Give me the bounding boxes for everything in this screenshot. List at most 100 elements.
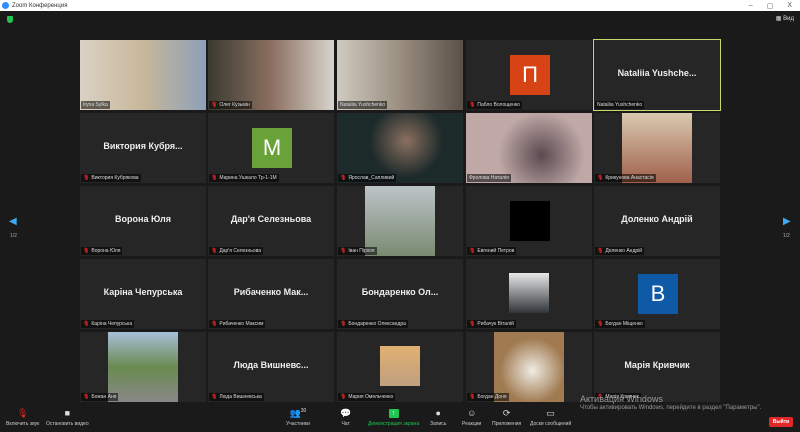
stop-video-label: Остановить видео (46, 421, 89, 427)
prev-page-icon[interactable]: ◀ (9, 216, 17, 227)
participant-name: Богдан Доня (477, 394, 507, 400)
avatar: M (252, 128, 292, 168)
participant-tile[interactable]: Фролова Наталія (466, 113, 592, 183)
mic-muted-icon: 🎙 (83, 321, 90, 327)
mic-muted-icon: 🎙 (597, 175, 604, 181)
profile-picture (365, 186, 435, 256)
unmute-button[interactable]: 🎙 Включить звук (6, 408, 39, 427)
mic-muted-icon: 🎙 (211, 321, 218, 327)
participant-name: Рибаченко Максим (219, 321, 264, 327)
record-icon: ● (435, 408, 441, 418)
page-indicator-right: 1/2 (783, 233, 790, 239)
reactions-button[interactable]: ☺ Реакции (462, 408, 481, 427)
view-button[interactable]: ▦ Вид (776, 15, 794, 22)
participant-name: Божан Аня (91, 394, 117, 400)
record-button[interactable]: ● Запись (430, 408, 446, 427)
participant-name-label: 🎙 Рибаченко Максим (209, 320, 266, 328)
participant-tile[interactable]: Каріна Чепурська 🎙 Каріна Чепурська (80, 259, 206, 329)
participant-name: Рибачук Віталій (477, 321, 514, 327)
participant-display-name: Доленко Андрій (621, 214, 693, 224)
participant-name: Доленко Андрій (605, 248, 643, 254)
participant-name-label: 🎙 Каріна Чепурська (81, 320, 135, 328)
security-shield-icon[interactable] (7, 16, 13, 23)
chat-button[interactable]: 💬 Чат (340, 408, 351, 427)
participant-tile[interactable]: Nataliia Yushchenko (337, 40, 463, 110)
stop-video-button[interactable]: ■ Остановить видео (46, 408, 89, 427)
apps-label: Приложения (492, 421, 522, 427)
participant-name-label: 🎙 Люда Вишневська (209, 393, 264, 401)
participant-name: Крикунова Анастасія (605, 175, 654, 181)
mic-muted-icon: 🎙 (211, 394, 218, 400)
participant-tile[interactable]: Люда Вишневс... 🎙 Люда Вишневська (208, 332, 334, 402)
mic-muted-icon: 🎙 (340, 321, 347, 327)
participants-label: Участники (286, 421, 310, 427)
participant-name-label: 🎙 Ворона Юля (81, 247, 123, 255)
title-bar: Zoom Конференция – ▢ X (0, 0, 800, 11)
participant-name-label: 🎙 Богдан Доня (467, 393, 509, 401)
window-title: Zoom Конференция (12, 2, 68, 9)
participant-name-label: 🎙 Божан Аня (81, 393, 119, 401)
avatar (510, 201, 550, 241)
participant-display-name: Бондаренко Ол... (361, 287, 439, 297)
participant-name: Іван Пірхоя (348, 248, 375, 254)
participant-name: Nataliia Yushchenko (597, 102, 643, 108)
participant-tile[interactable]: 🎙 Іван Пірхоя (337, 186, 463, 256)
participant-name: Iryna Sylka (83, 102, 108, 108)
reactions-icon: ☺ (467, 408, 477, 418)
participant-tile[interactable]: П 🎙 Пабло Волощенко (466, 40, 592, 110)
participant-tile[interactable]: Дар'я Селезньова 🎙 Дар'я Селезньова (208, 186, 334, 256)
participant-name-label: Nataliia Yushchenko (338, 101, 388, 109)
participant-tile[interactable]: Рибаченко Мак... 🎙 Рибаченко Максим (208, 259, 334, 329)
apps-button[interactable]: ⟳ Приложения (492, 408, 521, 427)
participant-tile[interactable]: 🎙 Олег Кузьмін (208, 40, 334, 110)
mic-muted-icon: 🎙 (469, 394, 476, 400)
participant-tile[interactable]: 🎙 Евгений Петров (466, 186, 592, 256)
mic-muted-icon: 🎙 (211, 102, 218, 108)
participant-tile[interactable]: 🎙 Богдан Доня (466, 332, 592, 402)
participant-tile[interactable]: Бондаренко Ол... 🎙 Бондаренко Олександра (337, 259, 463, 329)
participant-tile[interactable]: Iryna Sylka (80, 40, 206, 110)
participant-tile[interactable]: M 🎙 Марина Ушкало Тр-1-1М (208, 113, 334, 183)
participant-tile[interactable]: 🎙 Крикунова Анастасія (594, 113, 720, 183)
participant-tile[interactable]: Ворона Юля 🎙 Ворона Юля (80, 186, 206, 256)
next-page-icon[interactable]: ▶ (783, 216, 791, 227)
reactions-label: Реакции (462, 421, 482, 427)
share-screen-button[interactable]: ↑ Демонстрация экрана (368, 408, 419, 427)
mic-muted-icon: 🎙 (83, 394, 90, 400)
restore-button[interactable]: ▢ (767, 2, 774, 10)
apps-icon: ⟳ (502, 408, 511, 418)
participant-tile[interactable]: 🎙 Божан Аня (80, 332, 206, 402)
participant-tile[interactable]: Марія Кривчик 🎙 Марія Кривчик (594, 332, 720, 402)
minimize-button[interactable]: – (749, 2, 753, 10)
participant-tile[interactable]: 🎙 Ярослав_Сапливий (337, 113, 463, 183)
participant-name-label: 🎙 Мария Омельченко (338, 393, 396, 401)
mic-muted-icon: 🎙 (83, 175, 90, 181)
participant-name: Мария Омельченко (348, 394, 394, 400)
participants-count: 30 (300, 408, 307, 414)
participant-name: Виктория Кубрякова (91, 175, 139, 181)
whiteboard-button[interactable]: ▭ Доски сообщений (530, 408, 571, 427)
mic-muted-icon: 🎙 (469, 102, 476, 108)
close-button[interactable]: X (787, 2, 792, 10)
chat-icon: 💬 (340, 408, 352, 418)
participant-name-label: 🎙 Олег Кузьмін (209, 101, 252, 109)
participant-tile[interactable]: B 🎙 Богдан Міщенко (594, 259, 720, 329)
participant-name: Евгений Петров (477, 248, 515, 254)
participants-icon: 👥30 (289, 408, 307, 418)
participant-tile[interactable]: Доленко Андрій 🎙 Доленко Андрій (594, 186, 720, 256)
participant-tile[interactable]: Nataliia Yushche... Nataliia Yushchenko (593, 39, 721, 111)
participant-tile[interactable]: 🎙 Рибачук Віталій (466, 259, 592, 329)
participant-name: Каріна Чепурська (91, 321, 133, 327)
participant-name: Nataliia Yushchenko (340, 102, 386, 108)
participants-button[interactable]: 👥30 Участники (286, 408, 310, 427)
participant-name-label: 🎙 Бондаренко Олександра (338, 320, 408, 328)
mic-muted-icon: 🎙 (211, 248, 218, 254)
participant-name-label: 🎙 Виктория Кубрякова (81, 174, 141, 182)
chat-label: Чат (341, 421, 350, 427)
participant-name: Люда Вишневська (219, 394, 262, 400)
participant-tile[interactable]: Виктория Кубря... 🎙 Виктория Кубрякова (80, 113, 206, 183)
participant-tile[interactable]: 🎙 Мария Омельченко (337, 332, 463, 402)
participant-display-name: Марія Кривчик (624, 360, 690, 370)
leave-button[interactable]: Выйти (769, 417, 793, 427)
share-screen-icon: ↑ (388, 409, 399, 418)
